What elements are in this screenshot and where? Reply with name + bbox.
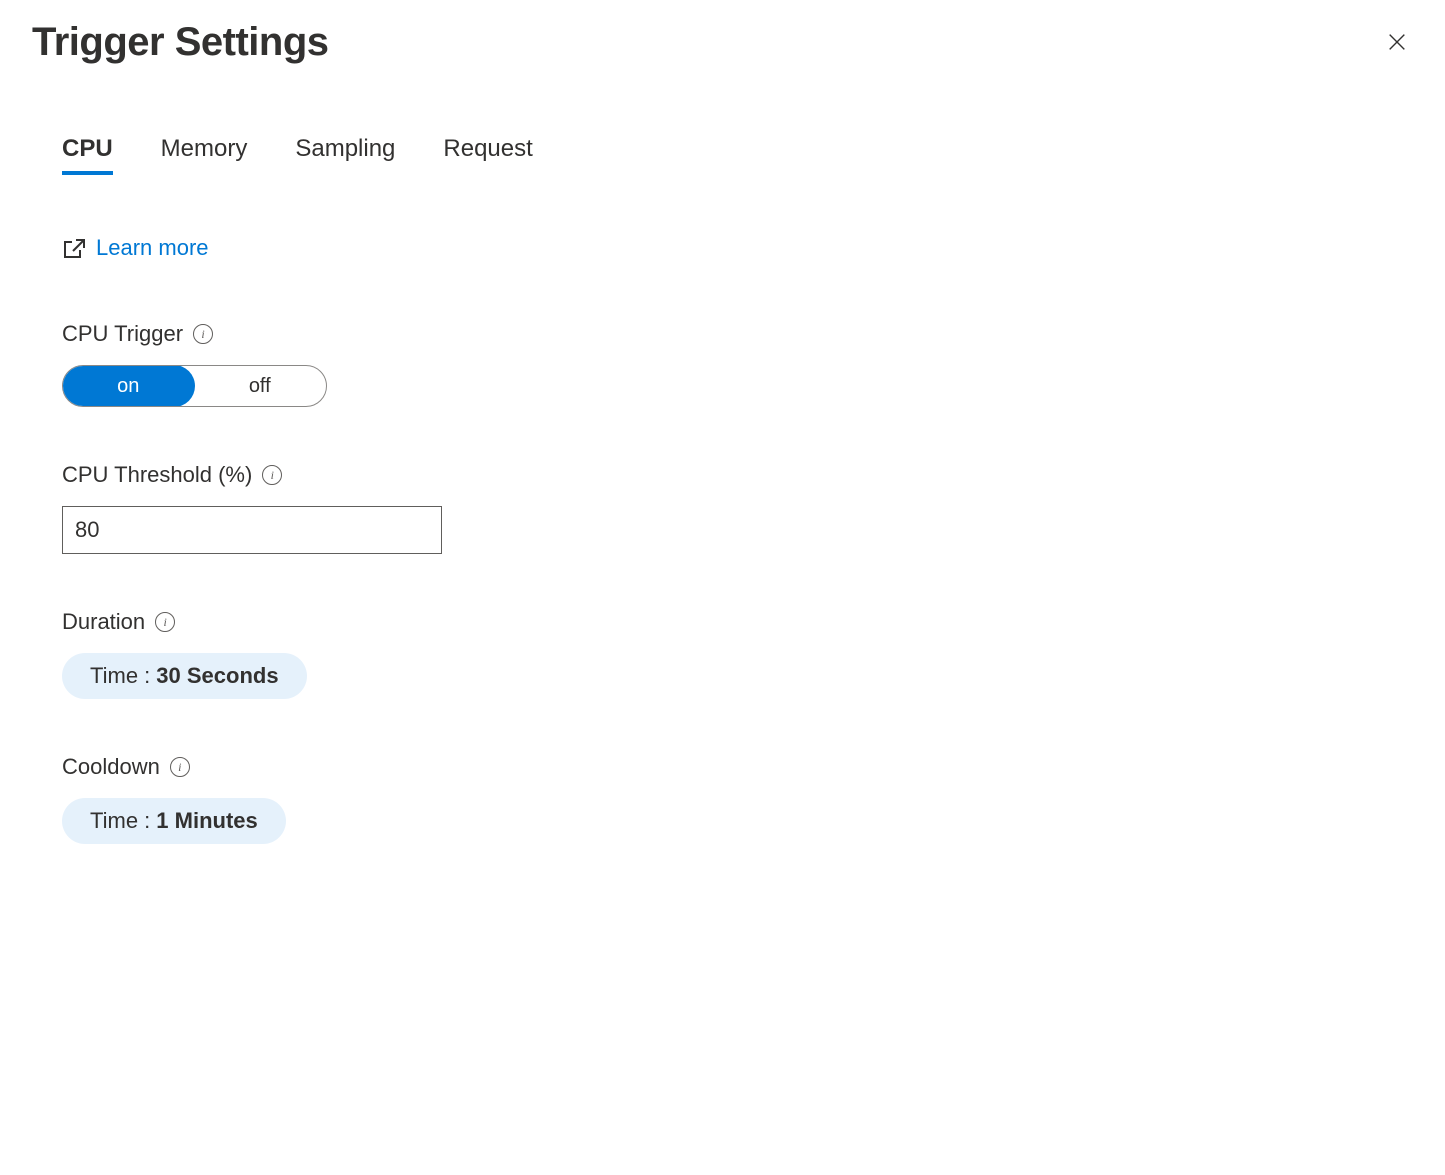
duration-pill-label: Time : xyxy=(90,663,150,689)
cpu-trigger-label: CPU Trigger xyxy=(62,321,183,347)
toggle-off[interactable]: off xyxy=(194,366,327,406)
cooldown-label: Cooldown xyxy=(62,754,160,780)
duration-label-row: Duration i xyxy=(62,609,1413,635)
close-button[interactable] xyxy=(1381,26,1413,58)
panel-header: Trigger Settings xyxy=(32,20,1413,65)
learn-more-label: Learn more xyxy=(96,235,209,261)
duration-pill-value: 30 Seconds xyxy=(156,663,278,689)
cooldown-pill[interactable]: Time : 1 Minutes xyxy=(62,798,286,844)
cpu-threshold-input[interactable] xyxy=(62,506,442,554)
tab-cpu[interactable]: CPU xyxy=(62,135,113,175)
tabs: CPU Memory Sampling Request xyxy=(62,135,1413,175)
cpu-trigger-label-row: CPU Trigger i xyxy=(62,321,1413,347)
tab-memory[interactable]: Memory xyxy=(161,135,248,175)
duration-pill[interactable]: Time : 30 Seconds xyxy=(62,653,307,699)
info-icon[interactable]: i xyxy=(262,465,282,485)
close-icon xyxy=(1386,31,1408,53)
learn-more-link[interactable]: Learn more xyxy=(62,235,209,261)
tab-request[interactable]: Request xyxy=(443,135,532,175)
info-icon[interactable]: i xyxy=(193,324,213,344)
cooldown-label-row: Cooldown i xyxy=(62,754,1413,780)
cooldown-pill-label: Time : xyxy=(90,808,150,834)
tab-sampling[interactable]: Sampling xyxy=(295,135,395,175)
cpu-trigger-field: CPU Trigger i on off xyxy=(62,321,1413,407)
panel-content: CPU Memory Sampling Request Learn more C… xyxy=(32,135,1413,844)
cpu-threshold-field: CPU Threshold (%) i xyxy=(62,462,1413,554)
cooldown-field: Cooldown i Time : 1 Minutes xyxy=(62,754,1413,844)
external-link-icon xyxy=(62,236,86,260)
cpu-trigger-toggle[interactable]: on off xyxy=(62,365,327,407)
trigger-settings-panel: Trigger Settings CPU Memory Sampling Req… xyxy=(0,0,1445,1175)
cpu-threshold-label-row: CPU Threshold (%) i xyxy=(62,462,1413,488)
duration-label: Duration xyxy=(62,609,145,635)
duration-field: Duration i Time : 30 Seconds xyxy=(62,609,1413,699)
toggle-on[interactable]: on xyxy=(62,365,195,407)
panel-title: Trigger Settings xyxy=(32,20,329,65)
info-icon[interactable]: i xyxy=(170,757,190,777)
info-icon[interactable]: i xyxy=(155,612,175,632)
cpu-threshold-label: CPU Threshold (%) xyxy=(62,462,252,488)
cooldown-pill-value: 1 Minutes xyxy=(156,808,257,834)
